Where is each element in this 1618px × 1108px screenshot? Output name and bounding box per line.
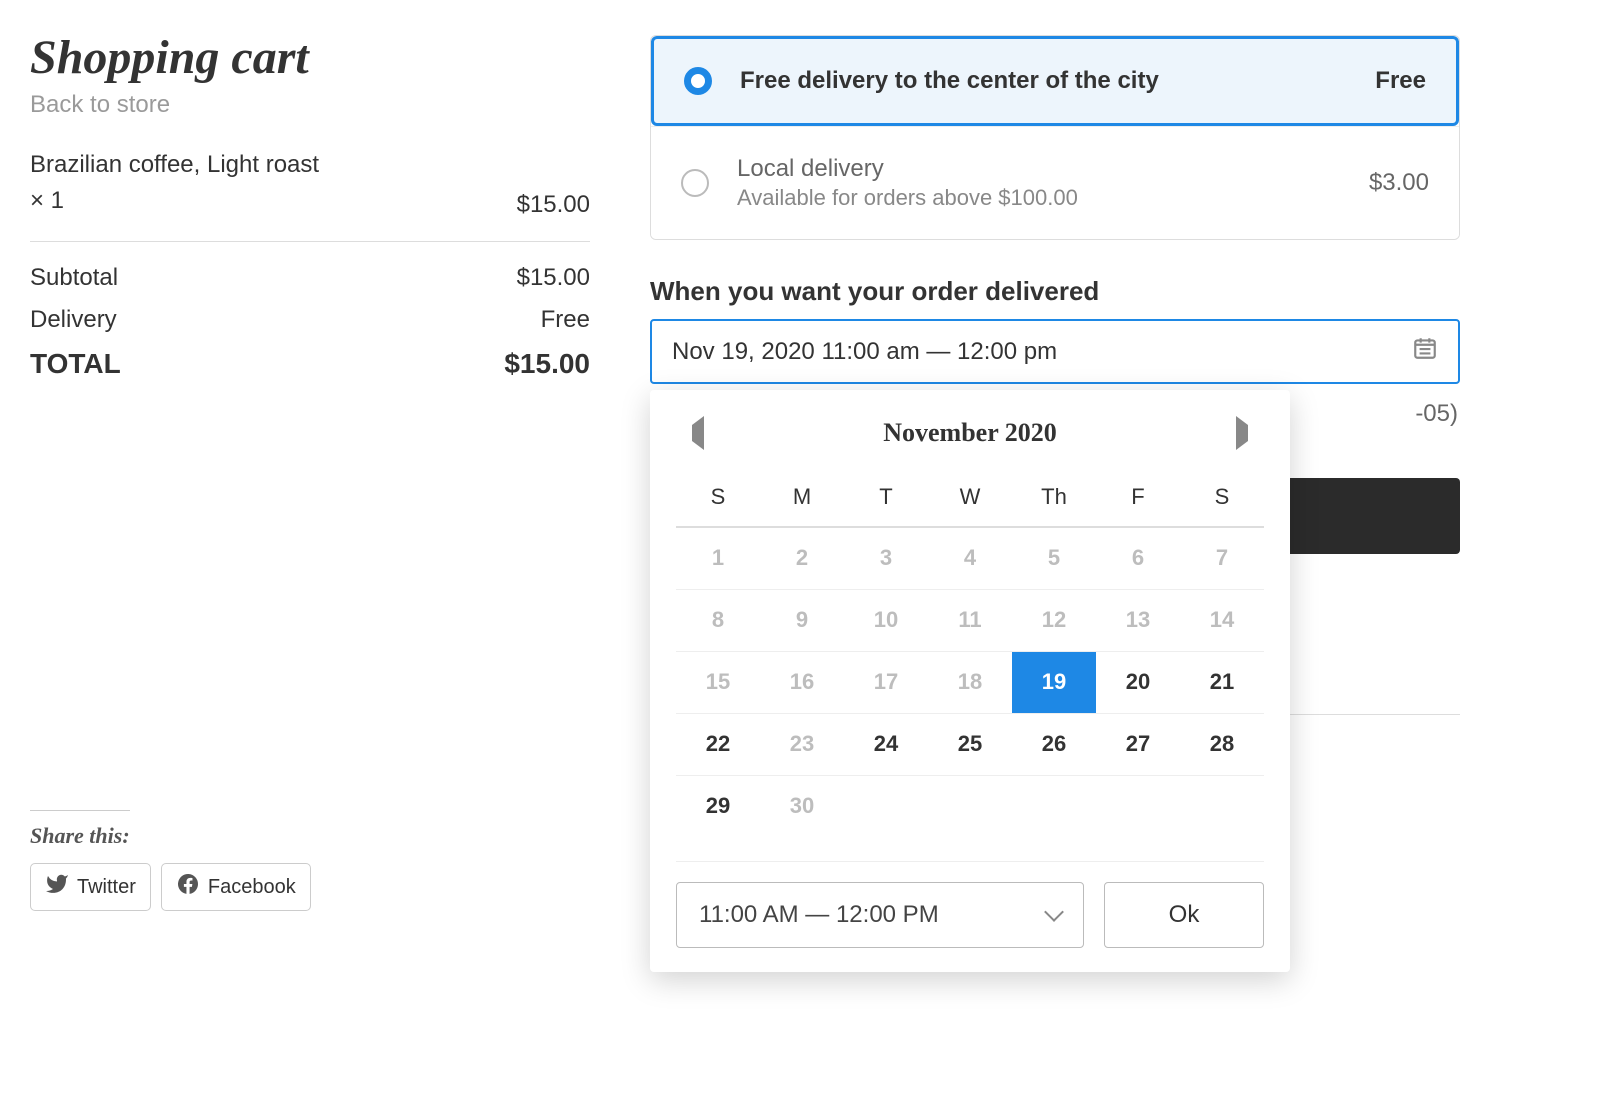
- calendar-day[interactable]: 19: [1012, 651, 1096, 713]
- calendar-day[interactable]: 28: [1180, 713, 1264, 775]
- calendar-day: 1: [676, 527, 760, 589]
- delivery-value: Free: [541, 306, 590, 334]
- calendar-day[interactable]: 29: [676, 775, 760, 837]
- delivery-date-field[interactable]: Nov 19, 2020 11:00 am — 12:00 pm: [650, 319, 1460, 384]
- calendar-day[interactable]: 26: [1012, 713, 1096, 775]
- calendar-day[interactable]: 27: [1096, 713, 1180, 775]
- share-twitter-button[interactable]: Twitter: [30, 863, 151, 911]
- cart-item-name: Brazilian coffee, Light roast: [30, 147, 319, 183]
- calendar-dow: M: [760, 474, 844, 527]
- calendar-day: 14: [1180, 589, 1264, 651]
- calendar-day: [1012, 775, 1096, 837]
- calendar-day[interactable]: 21: [1180, 651, 1264, 713]
- total-value: $15.00: [504, 348, 590, 380]
- share-facebook-button[interactable]: Facebook: [161, 863, 311, 911]
- radio-unchecked-icon: [681, 169, 709, 197]
- back-to-store-link[interactable]: Back to store: [30, 91, 590, 119]
- calendar-day: 16: [760, 651, 844, 713]
- calendar-ok-button[interactable]: Ok: [1104, 882, 1264, 948]
- calendar-day: 4: [928, 527, 1012, 589]
- delivery-option-free[interactable]: Free delivery to the center of the city …: [651, 36, 1459, 126]
- share-facebook-label: Facebook: [208, 876, 296, 899]
- calendar-day[interactable]: 20: [1096, 651, 1180, 713]
- obscured-text: -05): [1415, 400, 1458, 456]
- facebook-icon: [176, 872, 200, 902]
- time-slot-value: 11:00 AM — 12:00 PM: [699, 901, 939, 929]
- calendar-grid: SMTWThFS 1234567891011121314151617181920…: [676, 474, 1264, 837]
- delivery-option-label: Local delivery: [737, 155, 1341, 183]
- calendar-day: [844, 775, 928, 837]
- twitter-icon: [45, 872, 69, 902]
- calendar-day: 13: [1096, 589, 1180, 651]
- calendar-day: 8: [676, 589, 760, 651]
- calendar-dow: F: [1096, 474, 1180, 527]
- cart-item-price: $15.00: [517, 191, 590, 219]
- page-title: Shopping cart: [30, 30, 590, 85]
- calendar-popup: November 2020 SMTWThFS 12345678910111213…: [650, 390, 1290, 972]
- calendar-dow: T: [844, 474, 928, 527]
- calendar-day[interactable]: 22: [676, 713, 760, 775]
- delivery-options: Free delivery to the center of the city …: [650, 35, 1460, 240]
- calendar-day: 9: [760, 589, 844, 651]
- cart-item: Brazilian coffee, Light roast × 1 $15.00: [30, 147, 590, 242]
- calendar-day[interactable]: 25: [928, 713, 1012, 775]
- calendar-icon: [1412, 335, 1438, 368]
- calendar-day: 12: [1012, 589, 1096, 651]
- delivery-option-local[interactable]: Local delivery Available for orders abov…: [651, 126, 1459, 239]
- calendar-day: 30: [760, 775, 844, 837]
- calendar-day: 18: [928, 651, 1012, 713]
- radio-checked-icon: [684, 67, 712, 95]
- calendar-day: [1096, 775, 1180, 837]
- calendar-day: 10: [844, 589, 928, 651]
- calendar-day: 3: [844, 527, 928, 589]
- calendar-day: [1180, 775, 1264, 837]
- calendar-day: 17: [844, 651, 928, 713]
- calendar-day[interactable]: 24: [844, 713, 928, 775]
- calendar-next-month[interactable]: [1236, 416, 1264, 450]
- calendar-dow: S: [676, 474, 760, 527]
- calendar-day: [928, 775, 1012, 837]
- calendar-dow: S: [1180, 474, 1264, 527]
- delivery-date-value: Nov 19, 2020 11:00 am — 12:00 pm: [672, 338, 1057, 366]
- cart-item-qty: × 1: [30, 183, 319, 219]
- share-twitter-label: Twitter: [77, 876, 136, 899]
- share-heading: Share this:: [30, 810, 130, 849]
- calendar-month-label: November 2020: [883, 418, 1057, 448]
- calendar-day: 6: [1096, 527, 1180, 589]
- chevron-down-icon: [1044, 902, 1064, 922]
- calendar-day: 15: [676, 651, 760, 713]
- time-slot-select[interactable]: 11:00 AM — 12:00 PM: [676, 882, 1084, 948]
- delivery-option-price: $3.00: [1369, 169, 1429, 197]
- calendar-day: 7: [1180, 527, 1264, 589]
- calendar-dow: Th: [1012, 474, 1096, 527]
- calendar-day: 2: [760, 527, 844, 589]
- delivery-option-price: Free: [1375, 67, 1426, 95]
- delivery-option-label: Free delivery to the center of the city: [740, 67, 1347, 95]
- subtotal-value: $15.00: [517, 264, 590, 292]
- calendar-day: 23: [760, 713, 844, 775]
- schedule-heading: When you want your order delivered: [650, 276, 1460, 307]
- delivery-option-sublabel: Available for orders above $100.00: [737, 185, 1341, 211]
- delivery-label: Delivery: [30, 306, 117, 334]
- calendar-day: 5: [1012, 527, 1096, 589]
- calendar-prev-month[interactable]: [676, 416, 704, 450]
- calendar-day: 11: [928, 589, 1012, 651]
- calendar-dow: W: [928, 474, 1012, 527]
- subtotal-label: Subtotal: [30, 264, 118, 292]
- total-label: TOTAL: [30, 348, 121, 380]
